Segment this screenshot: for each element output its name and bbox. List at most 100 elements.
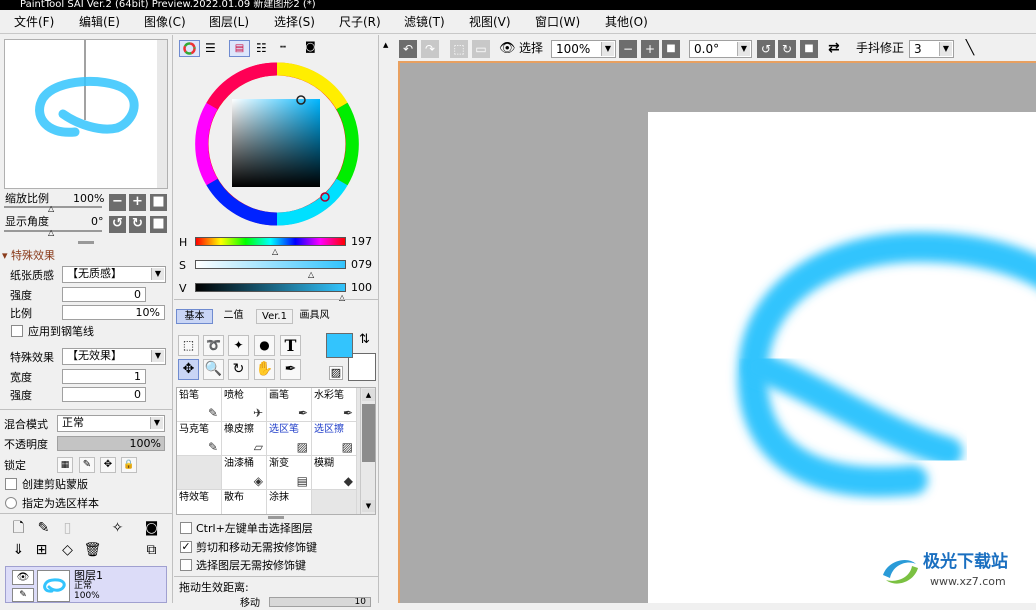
select-layer-checkbox[interactable] <box>180 559 192 571</box>
clip-mask-checkbox[interactable] <box>5 478 17 490</box>
menu-select[interactable]: 选择(S) <box>274 14 315 30</box>
scratchpad-tab-icon[interactable]: ◙ <box>305 41 323 55</box>
layer-effect-icon[interactable]: ✧ <box>107 519 128 540</box>
scroll-up-icon[interactable]: ▲ <box>362 389 375 401</box>
strength2-field[interactable]: 0 <box>62 387 146 402</box>
new-layer-icon[interactable]: 🗋 <box>8 519 29 540</box>
strength-field[interactable]: 0 <box>62 287 146 302</box>
shape-icon[interactable]: ● <box>254 335 275 356</box>
primary-color-swatch[interactable] <box>326 333 353 358</box>
brush-effect-pen[interactable]: 特效笔 <box>177 490 222 514</box>
menu-window[interactable]: 窗口(W) <box>535 14 580 30</box>
brush-selection-pen[interactable]: 选区笔 ▨ <box>267 422 312 456</box>
brush-empty-slot[interactable] <box>177 456 222 490</box>
zoom-out-button[interactable]: − <box>109 194 126 211</box>
flip-horizontal-icon[interactable]: ⇄ <box>828 40 840 56</box>
rect-select-icon[interactable]: ⬚ <box>178 335 199 356</box>
lock-transparency-icon[interactable]: ▦ <box>57 457 73 473</box>
paper-select[interactable]: 【无质感】 ▼ <box>62 266 166 283</box>
panel-splitter[interactable] <box>78 241 94 244</box>
width-field[interactable]: 1 <box>62 369 146 384</box>
lock-move-icon[interactable]: ✥ <box>100 457 116 473</box>
menu-filter[interactable]: 滤镜(T) <box>404 14 445 30</box>
tab-art-style[interactable]: 画具风 <box>296 309 333 324</box>
menu-ruler[interactable]: 尺子(R) <box>339 14 381 30</box>
scroll-down-icon[interactable]: ▼ <box>362 500 375 512</box>
brush-empty-slot[interactable] <box>312 490 357 514</box>
ctrl-select-layer-checkbox[interactable] <box>180 522 192 534</box>
brush-bucket[interactable]: 油漆桶 ◈ <box>222 456 267 490</box>
s-slider[interactable] <box>195 260 346 269</box>
canvas-area[interactable]: 极光下载站 www.xz7.com <box>398 61 1036 603</box>
zoom-icon[interactable]: 🔍 <box>203 359 224 380</box>
v-slider[interactable] <box>195 283 346 292</box>
panel-splitter[interactable] <box>268 516 284 519</box>
menu-layer[interactable]: 图层(L) <box>209 14 249 30</box>
clear-layer-icon[interactable]: ◇ <box>57 541 78 562</box>
move-icon[interactable]: ✥ <box>178 359 199 380</box>
lasso-icon[interactable]: ➰ <box>203 335 224 356</box>
canvas-zoom-select[interactable]: 100% ▼ <box>551 40 616 58</box>
new-folder-icon[interactable]: ▯ <box>57 519 78 540</box>
zoom-slider-thumb[interactable]: △ <box>48 202 54 215</box>
eyedropper-icon[interactable]: ✒ <box>280 359 301 380</box>
navigator-preview[interactable] <box>4 39 168 189</box>
deselect-button[interactable]: ⬚ <box>450 40 468 58</box>
palette-tab-icon[interactable]: ┅ <box>280 42 298 56</box>
color-wheel[interactable] <box>194 61 360 227</box>
rotate-left-button[interactable]: ↺ <box>109 216 126 233</box>
brush-pencil[interactable]: 铅笔 ✎ <box>177 388 222 422</box>
rotate-icon[interactable]: ↻ <box>228 359 249 380</box>
opacity-slider[interactable]: 100% <box>57 436 165 451</box>
effects-header[interactable]: ▾ 特殊效果 <box>2 249 55 262</box>
brush-scrollbar[interactable]: ▲ ▼ <box>360 388 375 514</box>
canvas-zoom-out-button[interactable]: − <box>619 40 637 58</box>
menu-other[interactable]: 其他(O) <box>605 14 648 30</box>
v-value[interactable]: 100 <box>351 281 372 294</box>
canvas-rotate-left-button[interactable]: ↺ <box>757 40 775 58</box>
hand-icon[interactable]: ✋ <box>254 359 275 380</box>
swatch-tab-icon[interactable]: ☷ <box>256 42 272 56</box>
hsv-sliders-tab-icon[interactable]: ▤ <box>229 40 250 57</box>
stabilizer-select[interactable]: 3 ▼ <box>909 40 954 58</box>
rgb-sliders-tab-icon[interactable]: ☰ <box>205 42 221 56</box>
duplicate-layer-icon[interactable]: ⧉ <box>141 541 162 562</box>
brush-marker[interactable]: 马克笔 ✎ <box>177 422 222 456</box>
menu-edit[interactable]: 编辑(E) <box>79 14 120 30</box>
brush-smudge[interactable]: 涂抹 <box>267 490 312 514</box>
ratio-field[interactable]: 10% <box>62 305 165 320</box>
canvas-angle-select[interactable]: 0.0° ▼ <box>689 40 752 58</box>
invert-selection-button[interactable]: ▭ <box>472 40 490 58</box>
eye-icon[interactable]: 👁 <box>499 41 516 56</box>
redo-button[interactable]: ↷ <box>421 40 439 58</box>
zoom-reset-button[interactable]: ■ <box>150 194 167 211</box>
brush-scatter[interactable]: 散布 <box>222 490 267 514</box>
add-layer-icon[interactable]: ⊞ <box>31 541 52 562</box>
undo-button[interactable]: ↶ <box>399 40 417 58</box>
brush-selection-eraser[interactable]: 选区擦 ▨ <box>312 422 357 456</box>
brush-airbrush[interactable]: 喷枪 ✈ <box>222 388 267 422</box>
line-tool-icon[interactable]: ╲ <box>960 38 980 58</box>
tab-ver1[interactable]: Ver.1 <box>256 309 293 324</box>
effect-select[interactable]: 【无效果】 ▼ <box>62 348 166 365</box>
zoom-in-button[interactable]: + <box>129 194 146 211</box>
sample-radio[interactable] <box>5 497 17 509</box>
s-value[interactable]: 079 <box>351 258 372 271</box>
h-slider[interactable] <box>195 237 346 246</box>
rotate-reset-button[interactable]: ■ <box>150 216 167 233</box>
rotate-right-button[interactable]: ↻ <box>129 216 146 233</box>
transparent-color-icon[interactable]: ▨ <box>329 366 343 380</box>
h-slider-thumb[interactable]: △ <box>272 245 278 258</box>
menu-image[interactable]: 图像(C) <box>144 14 186 30</box>
menu-view[interactable]: 视图(V) <box>469 14 511 30</box>
merge-down-icon[interactable]: ⇓ <box>8 541 29 562</box>
canvas-page[interactable] <box>648 112 1036 603</box>
new-linework-layer-icon[interactable]: ✎ <box>33 519 54 540</box>
canvas-zoom-reset-button[interactable]: ■ <box>662 40 680 58</box>
pencil-icon[interactable]: ✎ <box>12 588 34 602</box>
lock-all-icon[interactable]: 🔒 <box>121 457 137 473</box>
brush-eraser[interactable]: 橡皮擦 ▱ <box>222 422 267 456</box>
s-slider-thumb[interactable]: △ <box>308 268 314 281</box>
text-tool-icon[interactable]: T <box>280 335 301 356</box>
magic-wand-icon[interactable]: ✦ <box>228 335 249 356</box>
